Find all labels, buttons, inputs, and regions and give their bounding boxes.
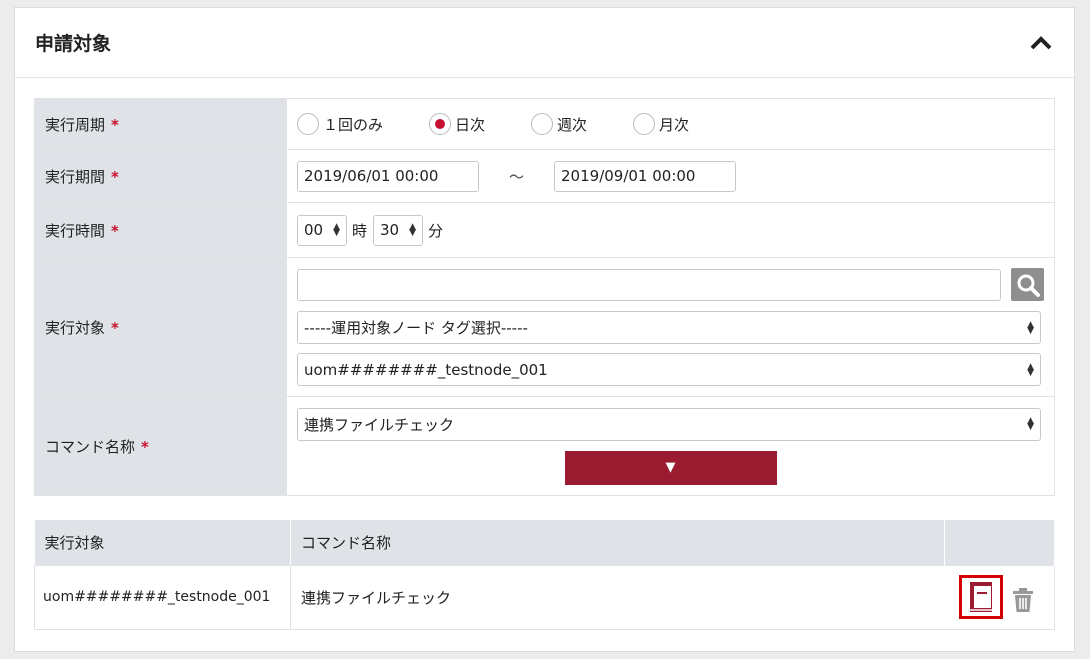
command-row: コマンド名称 * 連携ファイルチェック ▲ ▼ ▼	[34, 396, 1055, 496]
minute-unit: 分	[428, 221, 444, 240]
required-mark: *	[111, 115, 119, 134]
cycle-row: 実行周期 * １回のみ 日次 週次 月次	[34, 98, 1055, 150]
target-label: 実行対象	[45, 318, 106, 337]
panel-header: 申請対象	[15, 8, 1074, 78]
minute-value: 30	[380, 221, 400, 239]
period-separator: ～	[509, 167, 525, 186]
collapse-button[interactable]	[1028, 30, 1054, 56]
hour-unit: 時	[352, 221, 368, 240]
period-row: 実行期間 * 2019/06/01 00:00 ～ 2019/09/01 00:0…	[34, 149, 1055, 203]
row-actions	[944, 564, 1055, 630]
time-row: 実行時間 * 00 ▲ ▼ 時 30 ▲ ▼ 分	[34, 202, 1055, 258]
time-label-cell: 実行時間 *	[34, 202, 287, 258]
trash-icon	[1013, 588, 1033, 612]
copy-button[interactable]	[959, 575, 1004, 619]
radio-monthly-button[interactable]	[633, 113, 656, 135]
tag-select[interactable]: -----運用対象ノード タグ選択----- ▲ ▼	[297, 311, 1041, 344]
radio-weekly[interactable]: 週次	[531, 113, 587, 135]
row-command: 連携ファイルチェック	[290, 564, 945, 630]
radio-once-button[interactable]	[297, 113, 319, 135]
delete-button[interactable]	[1012, 587, 1034, 613]
required-mark: *	[111, 318, 119, 337]
radio-weekly-label: 週次	[557, 115, 588, 134]
target-row: 実行対象 * -----運用対象ノード タグ選択----- ▲ ▼ uom###…	[34, 257, 1055, 397]
updown-icon: ▲ ▼	[1027, 416, 1034, 432]
period-label-cell: 実行期間 *	[34, 149, 287, 203]
end-datetime-input[interactable]: 2019/09/01 00:00	[554, 160, 737, 192]
row-target: uom########_testnode_001	[34, 564, 291, 630]
radio-once[interactable]: １回のみ	[297, 113, 383, 135]
table-row: uom########_testnode_001 連携ファイルチェック	[34, 564, 1055, 630]
time-label: 実行時間	[45, 221, 106, 240]
radio-daily-label: 日次	[455, 115, 486, 134]
radio-monthly[interactable]: 月次	[633, 113, 689, 135]
cycle-label-cell: 実行周期 *	[34, 98, 287, 150]
add-button[interactable]: ▼	[564, 450, 777, 485]
period-label: 実行期間	[45, 167, 106, 186]
column-header-target: 実行対象	[34, 520, 291, 565]
command-list-table: 実行対象 コマンド名称 uom########_testnode_001 連携フ…	[34, 520, 1055, 630]
command-label: コマンド名称	[45, 437, 136, 456]
radio-daily-button[interactable]	[429, 113, 452, 135]
magnifier-icon	[1017, 274, 1040, 297]
target-value-cell: -----運用対象ノード タグ選択----- ▲ ▼ uom########_te…	[286, 257, 1055, 397]
search-button[interactable]	[1011, 268, 1044, 301]
command-value-cell: 連携ファイルチェック ▲ ▼ ▼	[286, 396, 1055, 496]
table-header-row: 実行対象 コマンド名称	[34, 520, 1055, 565]
tag-select-value: -----運用対象ノード タグ選択-----	[304, 319, 528, 337]
period-value-cell: 2019/06/01 00:00 ～ 2019/09/01 00:00	[286, 149, 1055, 203]
hour-value: 00	[304, 221, 324, 239]
updown-icon: ▲ ▼	[1027, 319, 1034, 336]
cycle-radio-group: １回のみ 日次 週次 月次	[297, 113, 1044, 135]
target-label-cell: 実行対象 *	[34, 257, 287, 397]
radio-weekly-button[interactable]	[531, 113, 554, 135]
column-header-actions	[944, 520, 1055, 565]
node-select-value: uom########_testnode_001	[304, 360, 548, 379]
column-header-command: コマンド名称	[290, 520, 945, 565]
cycle-value-cell: １回のみ 日次 週次 月次	[286, 98, 1055, 150]
command-select-value: 連携ファイルチェック	[304, 415, 455, 434]
document-icon	[970, 582, 993, 612]
panel-title: 申請対象	[35, 33, 112, 55]
required-mark: *	[111, 167, 119, 186]
minute-select[interactable]: 30 ▲ ▼	[373, 214, 424, 246]
time-value-cell: 00 ▲ ▼ 時 30 ▲ ▼ 分	[286, 202, 1055, 258]
cycle-label: 実行周期	[45, 115, 106, 134]
application-target-panel: 申請対象 実行周期 * １回のみ 日次 週次 月次 実行期間 * 2019/06…	[14, 7, 1075, 652]
hour-select[interactable]: 00 ▲ ▼	[297, 214, 347, 246]
target-search-input[interactable]	[297, 268, 1001, 301]
updown-icon: ▲ ▼	[1027, 361, 1034, 378]
command-select[interactable]: 連携ファイルチェック ▲ ▼	[297, 407, 1041, 441]
required-mark: *	[111, 221, 119, 240]
chevron-up-icon	[1030, 35, 1052, 49]
updown-icon: ▲ ▼	[333, 222, 340, 238]
radio-daily[interactable]: 日次	[429, 113, 485, 135]
schedule-form: 実行周期 * １回のみ 日次 週次 月次 実行期間 * 2019/06/01 0…	[34, 98, 1055, 496]
start-datetime-input[interactable]: 2019/06/01 00:00	[297, 160, 479, 192]
required-mark: *	[141, 437, 149, 456]
updown-icon: ▲ ▼	[409, 222, 417, 238]
radio-monthly-label: 月次	[659, 115, 690, 134]
node-select[interactable]: uom########_testnode_001 ▲ ▼	[297, 353, 1041, 386]
command-label-cell: コマンド名称 *	[34, 396, 287, 496]
radio-once-label: １回のみ	[323, 115, 384, 134]
